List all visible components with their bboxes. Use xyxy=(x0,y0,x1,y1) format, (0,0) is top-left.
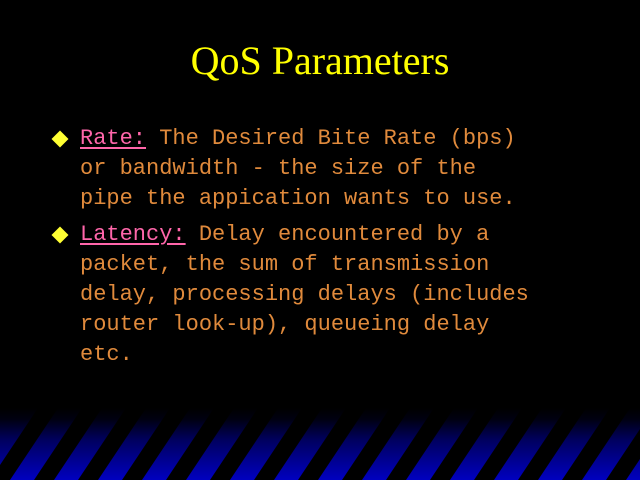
bullet-line: delay, processing delays (includes xyxy=(80,282,529,307)
bullet-line: Rate: The Desired Bite Rate (bps) xyxy=(80,126,516,151)
bullet-line: pipe the appication wants to use. xyxy=(80,186,516,211)
bullet-diamond-icon xyxy=(51,226,69,244)
bullet-line: or bandwidth - the size of the xyxy=(80,156,477,181)
bullet-label: Rate: xyxy=(80,126,147,151)
slide: QoS Parameters Rate: The Desired Bite Ra… xyxy=(0,0,640,480)
bullet-line: etc. xyxy=(80,342,133,367)
bullet-line: router look-up), queueing delay xyxy=(80,312,490,337)
bullet-label: Latency: xyxy=(80,222,186,247)
bullet-diamond-icon xyxy=(51,130,69,148)
decorative-stripe-band xyxy=(0,408,640,480)
bullet-line: packet, the sum of transmission xyxy=(80,252,490,277)
diagonal-stripes-graphic xyxy=(0,408,640,480)
bullet-line: Latency: Delay encountered by a xyxy=(80,222,490,247)
slide-title: QoS Parameters xyxy=(190,38,450,83)
